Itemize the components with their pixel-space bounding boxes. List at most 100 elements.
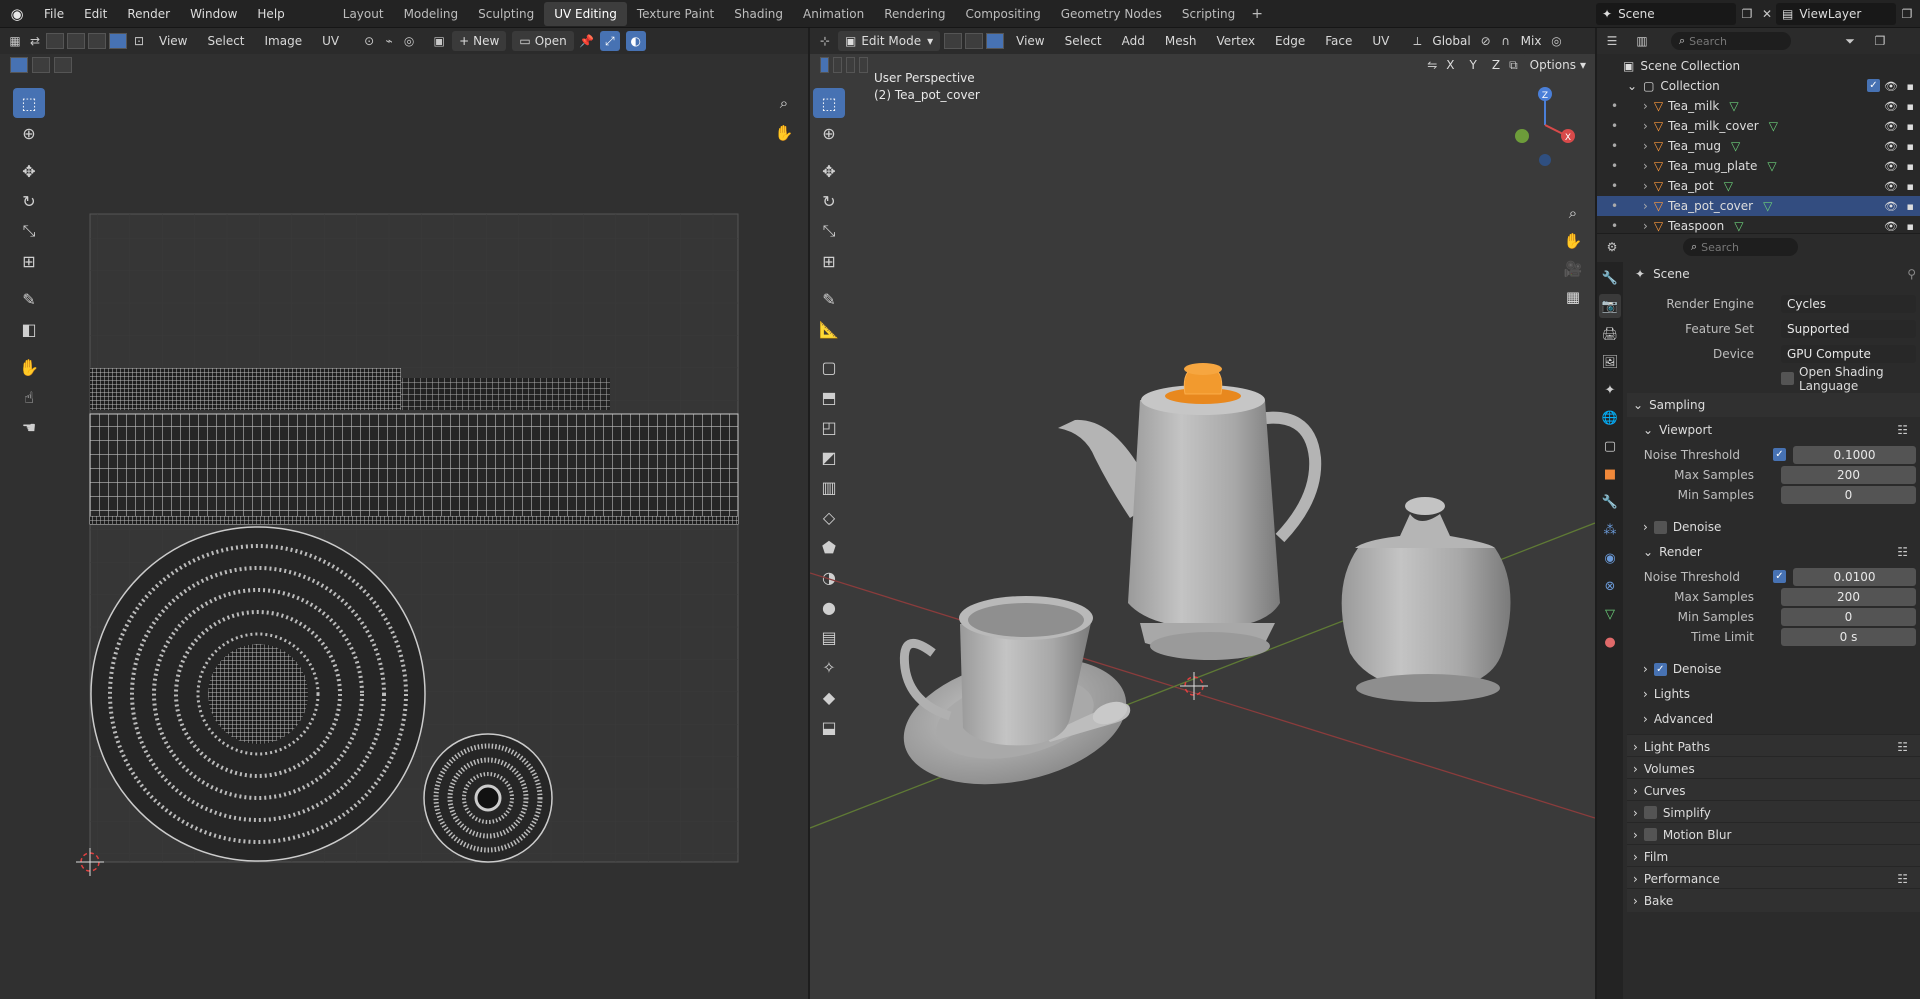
render-denoise-checkbox[interactable]: ✓ xyxy=(1653,662,1667,676)
display-mode-icon[interactable]: ▥ xyxy=(1633,32,1651,50)
render-camera-icon[interactable]: ▪ xyxy=(1907,120,1914,133)
uv-face-select[interactable] xyxy=(88,33,106,49)
eye-icon[interactable]: 👁 xyxy=(1884,120,1898,133)
properties-editor-icon[interactable]: ⚙ xyxy=(1603,238,1621,256)
time-limit-field[interactable]: 0 s xyxy=(1781,628,1916,646)
material-tab-icon[interactable]: ● xyxy=(1599,630,1621,654)
outliner-object-row[interactable]: • › ▽ Tea_pot ▽ 👁 ▪ xyxy=(1597,176,1920,196)
mesh-data-icon[interactable]: ▽ xyxy=(1731,139,1740,153)
sync-selection-icon[interactable]: ⇄ xyxy=(26,32,44,50)
viewport-noise-field[interactable]: 0.1000 xyxy=(1793,446,1916,464)
new-scene-icon[interactable]: ❐ xyxy=(1738,5,1756,23)
render-camera-icon[interactable]: ▪ xyxy=(1907,160,1914,173)
viewport-scene[interactable] xyxy=(810,28,1595,999)
tab-layout[interactable]: Layout xyxy=(333,2,394,26)
gizmo-neg-z-axis[interactable] xyxy=(1539,154,1551,166)
menu-edit[interactable]: Edit xyxy=(74,7,117,21)
feature-set-dropdown[interactable]: Supported xyxy=(1781,320,1916,338)
pin-icon[interactable]: ⚲ xyxy=(1907,267,1916,281)
outliner-object-row[interactable]: • › ▽ Tea_mug_plate ▽ 👁 ▪ xyxy=(1597,156,1920,176)
tab-uv-editing[interactable]: UV Editing xyxy=(544,1,627,26)
uv-menu-select[interactable]: Select xyxy=(198,34,253,48)
tab-rendering[interactable]: Rendering xyxy=(874,2,955,26)
overlay-toggle[interactable]: ◐ xyxy=(625,31,646,51)
properties-panel-header[interactable]: › Simplify xyxy=(1627,800,1920,824)
uv-island-select[interactable] xyxy=(109,33,127,49)
object-tab-icon[interactable]: ■ xyxy=(1599,462,1621,486)
uv-menu-uv[interactable]: UV xyxy=(313,34,348,48)
collapsed-chevron-icon[interactable]: › xyxy=(1643,219,1648,233)
viewport-max-field[interactable]: 200 xyxy=(1781,466,1916,484)
properties-panel-header[interactable]: › Motion Blur xyxy=(1627,822,1920,846)
outliner-editor-icon[interactable]: ☰ xyxy=(1603,32,1621,50)
vp-zoom-icon[interactable]: ⌕ xyxy=(1560,200,1586,226)
render-camera-icon[interactable]: ▪ xyxy=(1907,220,1914,233)
collapsed-chevron-icon[interactable]: › xyxy=(1643,119,1648,133)
select-mode-extend[interactable] xyxy=(32,57,50,73)
tab-texture-paint[interactable]: Texture Paint xyxy=(627,2,724,26)
tab-sculpting[interactable]: Sculpting xyxy=(468,2,544,26)
outliner-object-row[interactable]: • › ▽ Tea_milk_cover ▽ 👁 ▪ xyxy=(1597,116,1920,136)
sampling-viewport-header[interactable]: ⌄ Viewport ☷ xyxy=(1627,418,1920,442)
presets-list-icon[interactable]: ☷ xyxy=(1897,740,1908,754)
blender-logo-icon[interactable]: ◉ xyxy=(0,5,34,23)
mesh-data-icon[interactable]: ▽ xyxy=(1767,159,1776,173)
render-denoise-header[interactable]: › ✓ Denoise xyxy=(1627,657,1920,681)
collection-tab-icon[interactable]: ▢ xyxy=(1599,434,1621,458)
eye-icon[interactable]: 👁 xyxy=(1884,160,1898,173)
data-tab-icon[interactable]: ▽ xyxy=(1599,602,1621,626)
sampling-render-header[interactable]: ⌄ Render ☷ xyxy=(1627,540,1920,564)
properties-panel-header[interactable]: › Light Paths ☷ xyxy=(1627,734,1920,758)
new-image-button[interactable]: + New xyxy=(452,31,507,51)
uv-canvas[interactable] xyxy=(0,76,808,999)
new-view-layer-icon[interactable]: ❐ xyxy=(1898,5,1916,23)
tab-shading[interactable]: Shading xyxy=(724,2,793,26)
mesh-data-icon[interactable]: ▽ xyxy=(1734,219,1743,233)
open-image-button[interactable]: ▭ Open xyxy=(512,31,574,51)
outliner-collection[interactable]: ⌄ ▢ Collection ✓ 👁 ▪ xyxy=(1597,76,1920,96)
presets-list-icon[interactable]: ☷ xyxy=(1897,545,1908,559)
eye-icon[interactable]: 👁 xyxy=(1884,200,1898,213)
lights-panel-header[interactable]: › Lights xyxy=(1627,682,1920,706)
mesh-data-icon[interactable]: ▽ xyxy=(1729,99,1738,113)
outliner-search[interactable]: ⌕ Search xyxy=(1671,32,1791,50)
image-browse-icon[interactable]: ▣ xyxy=(430,32,448,50)
panel-enable-checkbox[interactable] xyxy=(1643,806,1657,819)
uv-menu-view[interactable]: View xyxy=(150,34,196,48)
properties-panel-header[interactable]: › Curves xyxy=(1627,778,1920,802)
viewport-denoise-checkbox[interactable] xyxy=(1653,520,1667,534)
properties-panel-header[interactable]: › Bake xyxy=(1627,888,1920,912)
outliner-object-row[interactable]: • › ▽ Tea_pot_cover ▽ 👁 ▪ xyxy=(1597,196,1920,216)
menu-file[interactable]: File xyxy=(34,7,74,21)
view-layer-selector[interactable]: ▤ ViewLayer xyxy=(1776,3,1896,25)
tab-geometry-nodes[interactable]: Geometry Nodes xyxy=(1051,2,1172,26)
viewport-noise-checkbox[interactable]: ✓ xyxy=(1773,448,1786,461)
properties-panel-header[interactable]: › Performance ☷ xyxy=(1627,866,1920,890)
render-min-field[interactable]: 0 xyxy=(1781,608,1916,626)
filter-icon[interactable]: ⏷ xyxy=(1841,32,1859,50)
pin-icon[interactable]: 📌 xyxy=(578,32,596,50)
osl-checkbox[interactable] xyxy=(1781,372,1794,385)
tab-modeling[interactable]: Modeling xyxy=(394,2,469,26)
viewport-denoise-header[interactable]: › Denoise xyxy=(1627,515,1920,539)
proportional-icon[interactable]: ◎ xyxy=(400,32,418,50)
eye-icon[interactable]: 👁 xyxy=(1884,80,1898,93)
collection-exclude-checkbox[interactable]: ✓ xyxy=(1867,79,1880,92)
sticky-select-icon[interactable]: ⊡ xyxy=(130,32,148,50)
advanced-panel-header[interactable]: › Advanced xyxy=(1627,707,1920,731)
select-mode-set[interactable] xyxy=(10,57,28,73)
tab-scripting[interactable]: Scripting xyxy=(1172,2,1245,26)
device-dropdown[interactable]: GPU Compute xyxy=(1781,345,1916,363)
menu-window[interactable]: Window xyxy=(180,7,247,21)
uv-vertex-select[interactable] xyxy=(46,33,64,49)
properties-panel-header[interactable]: › Film xyxy=(1627,844,1920,868)
collapsed-chevron-icon[interactable]: › xyxy=(1643,179,1648,193)
particles-tab-icon[interactable]: ⁂ xyxy=(1599,518,1621,542)
outliner-object-row[interactable]: • › ▽ Teaspoon ▽ 👁 ▪ xyxy=(1597,216,1920,236)
mesh-data-icon[interactable]: ▽ xyxy=(1769,119,1778,133)
render-camera-icon[interactable]: ▪ xyxy=(1907,180,1914,193)
eye-icon[interactable]: 👁 xyxy=(1884,180,1898,193)
properties-panel-header[interactable]: › Volumes xyxy=(1627,756,1920,780)
tool-tab-icon[interactable]: 🔧 xyxy=(1599,266,1621,290)
collapsed-chevron-icon[interactable]: › xyxy=(1643,199,1648,213)
